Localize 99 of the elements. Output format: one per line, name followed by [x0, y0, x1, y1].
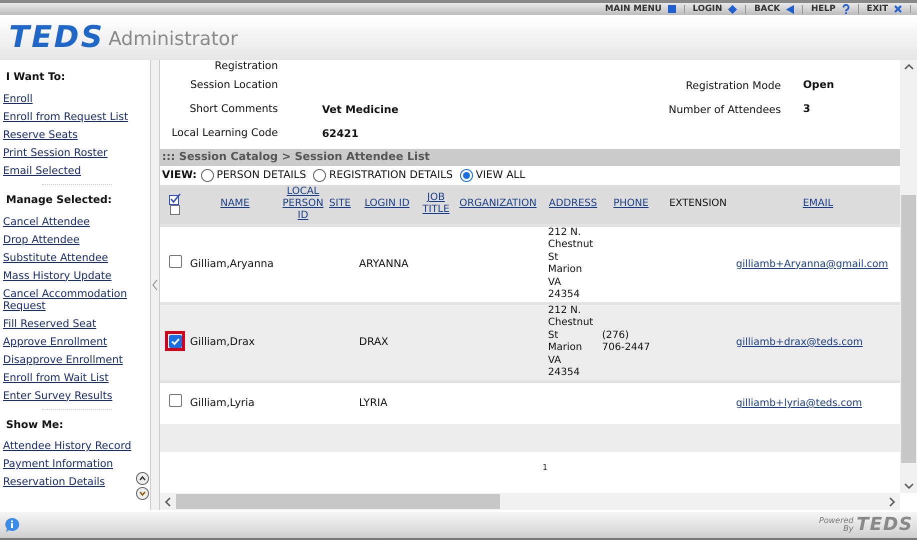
- menu-link[interactable]: MAIN MENU: [597, 4, 685, 14]
- detail-label: Registration: [214, 60, 278, 74]
- detail-label: Number of Attendees: [668, 104, 781, 116]
- column-header-link[interactable]: LOGIN ID: [355, 198, 419, 210]
- breadcrumb: ::: Session Catalog > Session Attendee List: [162, 149, 430, 166]
- check-all-icon[interactable]: [169, 193, 181, 206]
- row-checkbox[interactable]: [168, 254, 182, 268]
- sidebar-heading: Manage Selected:: [5, 192, 113, 208]
- menu-link[interactable]: EXIT: [858, 4, 911, 14]
- table-cell-text: ARYANNA: [358, 258, 408, 270]
- address-line: 212 N.: [548, 226, 582, 239]
- sidebar-link[interactable]: Enroll: [3, 90, 150, 108]
- column-header-link[interactable]: NAME: [191, 198, 279, 210]
- page-number[interactable]: 1: [542, 462, 548, 474]
- column-header-link[interactable]: ORGANIZATION: [453, 198, 543, 210]
- sidebar-link[interactable]: Attendee History Record: [3, 437, 150, 456]
- info-icon[interactable]: [4, 517, 20, 533]
- detail-value: 62421: [322, 128, 359, 140]
- email-address-link[interactable]: gilliamb+lyria@teds.com: [736, 398, 862, 409]
- column-header: EXTENSION: [668, 198, 728, 210]
- detail-value: Vet Medicine: [322, 104, 398, 116]
- view-radio[interactable]: PERSON DETAILS: [200, 168, 306, 184]
- sidebar-link[interactable]: Enter Survey Results: [3, 386, 150, 404]
- address-line: St: [548, 252, 560, 264]
- detail-label: Short Comments: [188, 102, 278, 118]
- left-triangle-icon: [786, 4, 794, 14]
- header-checkbox[interactable]: [170, 205, 180, 216]
- column-header-link[interactable]: EMAIL: [737, 198, 899, 210]
- row-checkbox[interactable]: [165, 331, 185, 351]
- address-line: 212 N.: [548, 304, 582, 317]
- menu-link[interactable]: LOGIN: [684, 4, 746, 14]
- sidebar-link[interactable]: Drop Attendee: [3, 230, 150, 248]
- sidebar-link[interactable]: Cancel Attendee: [3, 212, 150, 230]
- detail-value: Open: [802, 78, 834, 94]
- footer-logo: TEDS: [856, 516, 913, 534]
- sidebar-link[interactable]: Disapprove Enrollment: [3, 350, 150, 368]
- by-text: By: [843, 525, 854, 533]
- address-line: St: [548, 330, 560, 342]
- email-address-link[interactable]: gilliamb+Aryanna@gmail.com: [736, 258, 888, 270]
- table-cell: Gilliam,Drax: [190, 336, 255, 348]
- sidebar-heading: I Want To:: [5, 70, 66, 85]
- menu-link[interactable]: BACK: [746, 4, 804, 14]
- sidebar-link[interactable]: Enroll from Wait List: [3, 368, 150, 386]
- sidebar-heading: Show Me:: [5, 418, 64, 432]
- address-line: 24354: [548, 367, 581, 380]
- view-label: VIEW:: [162, 168, 197, 183]
- table-row[interactable]: Gilliam,Aryanna ARYANNA 212 N. Chestnut St Marion VA 24354 gilliamb+Aryanna@gmail.com: [160, 225, 900, 303]
- logo: TEDS: [9, 22, 104, 52]
- column-header-link[interactable]: SITE: [327, 198, 353, 210]
- sidebar-link[interactable]: Reservation Details: [3, 473, 150, 492]
- sidebar-link[interactable]: Enroll from Request List: [3, 108, 150, 126]
- detail-label: Session Location: [189, 78, 278, 94]
- sidebar-link[interactable]: Reserve Seats: [3, 126, 150, 144]
- menu-link[interactable]: HELP: [803, 4, 859, 14]
- sidebar-link[interactable]: Email Selected: [3, 162, 150, 180]
- collapse-icon: [151, 279, 159, 291]
- detail-label: Registration Mode: [686, 80, 781, 92]
- app-name: Administrator: [108, 30, 238, 49]
- address-line: Chestnut: [548, 239, 594, 252]
- view-radio[interactable]: REGISTRATION DETAILS: [313, 168, 453, 184]
- square-icon: [668, 5, 676, 13]
- row-checkbox[interactable]: [168, 394, 182, 407]
- column-header-link[interactable]: LOCAL PERSON ID: [281, 186, 325, 222]
- sidebar-link[interactable]: Payment Information: [3, 455, 150, 474]
- vertical-scrollbar[interactable]: [900, 60, 917, 493]
- view-radio[interactable]: VIEW ALL: [460, 168, 526, 184]
- scrollbar-thumb[interactable]: [176, 494, 500, 509]
- table-cell: Gilliam,Lyria: [190, 396, 255, 409]
- phone-line: 706-2447: [602, 342, 652, 354]
- table-cell-text: DRAX: [358, 336, 388, 348]
- sidebar-link[interactable]: Mass History Update: [3, 266, 150, 284]
- address-line: Marion: [548, 342, 584, 354]
- scroll-up-icon[interactable]: [136, 472, 149, 485]
- column-header-link[interactable]: ADDRESS: [545, 198, 601, 210]
- address-line: Chestnut: [548, 317, 594, 330]
- sidebar-link[interactable]: Approve Enrollment: [3, 332, 150, 350]
- horizontal-scrollbar[interactable]: [160, 493, 900, 510]
- sidebar-link[interactable]: Print Session Roster: [3, 144, 150, 162]
- scrollbar-thumb[interactable]: [901, 195, 916, 463]
- table-row[interactable]: Gilliam,Lyria LYRIA gilliamb+lyria@teds.com: [160, 381, 900, 424]
- sidebar-link[interactable]: Fill Reserved Seat: [3, 314, 150, 332]
- powered-text: Powered: [819, 517, 854, 525]
- table-cell: Gilliam,Aryanna: [190, 258, 274, 270]
- email-address-link[interactable]: gilliamb+drax@teds.com: [736, 336, 863, 348]
- address-line: 24354: [548, 289, 581, 302]
- phone-line: (276): [602, 330, 630, 342]
- address-line: Marion: [548, 264, 584, 276]
- detail-value: 3: [802, 102, 810, 118]
- help-icon: [842, 4, 850, 14]
- column-header-link[interactable]: PHONE: [603, 198, 659, 210]
- detail-label: Local Learning Code: [170, 126, 278, 142]
- sidebar-link[interactable]: Substitute Attendee: [3, 248, 150, 266]
- scroll-down-icon[interactable]: [136, 487, 149, 500]
- address-line: VA: [548, 354, 562, 367]
- address-line: VA: [548, 276, 562, 289]
- close-icon: [894, 5, 902, 13]
- table-cell-text: LYRIA: [358, 396, 388, 409]
- sidebar-link[interactable]: Cancel Accommodation Request: [3, 284, 150, 314]
- column-header-link[interactable]: JOB TITLE: [421, 192, 451, 216]
